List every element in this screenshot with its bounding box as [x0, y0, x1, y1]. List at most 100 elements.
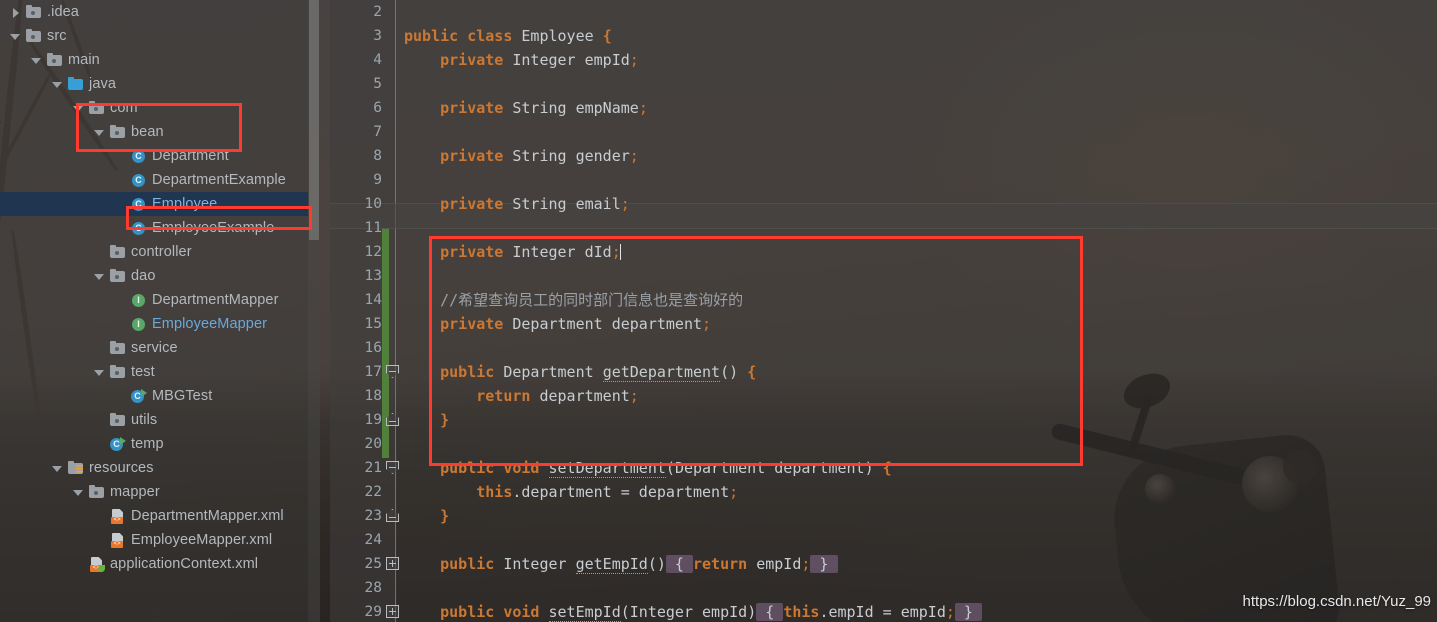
sidebar-scrollbar-thumb[interactable]: [309, 0, 319, 240]
code-text[interactable]: public class Employee {: [404, 24, 612, 48]
line-number: 29: [364, 604, 382, 620]
tree-item-label: controller: [131, 244, 192, 260]
code-text[interactable]: public void setDepartment(Department dep…: [404, 456, 892, 480]
editor-line[interactable]: 19 }: [330, 408, 1437, 432]
project-tree-panel[interactable]: .idea srcmain java com bean Department Departm…: [0, 0, 308, 622]
line-number: 5: [373, 76, 382, 92]
editor-line[interactable]: 6 private String empName;: [330, 96, 1437, 120]
tree-item-main[interactable]: main: [0, 48, 308, 72]
code-text[interactable]: private Integer dId;: [404, 240, 621, 264]
fold-expand-icon[interactable]: [386, 557, 399, 570]
editor-line[interactable]: 22 this.department = department;: [330, 480, 1437, 504]
editor-line[interactable]: 24: [330, 528, 1437, 552]
chevron-down-icon[interactable]: [94, 271, 105, 282]
tree-item-resources[interactable]: resources: [0, 456, 308, 480]
tree-item-bean[interactable]: bean: [0, 120, 308, 144]
editor-line[interactable]: 7: [330, 120, 1437, 144]
editor-line[interactable]: 4 private Integer empId;: [330, 48, 1437, 72]
code-text[interactable]: this.department = department;: [404, 480, 738, 504]
tree-item-controller[interactable]: controller: [0, 240, 308, 264]
tree-item-label: java: [89, 76, 116, 92]
code-editor[interactable]: 2 3 public class Employee {4 private Integ…: [330, 0, 1437, 622]
editor-line[interactable]: 11: [330, 216, 1437, 240]
chevron-right-icon[interactable]: [10, 7, 21, 18]
code-text[interactable]: private String email;: [404, 192, 630, 216]
fold-expand-icon[interactable]: [386, 605, 399, 618]
tree-item-temp[interactable]: temp: [0, 432, 308, 456]
code-text[interactable]: private Integer empId;: [404, 48, 639, 72]
tree-item-employeemapper[interactable]: EmployeeMapper: [0, 312, 308, 336]
editor-line[interactable]: 23 }: [330, 504, 1437, 528]
tree-item--idea[interactable]: .idea: [0, 0, 308, 24]
code-text[interactable]: //希望查询员工的同时部门信息也是查询好的: [404, 288, 743, 312]
chevron-down-icon[interactable]: [31, 55, 42, 66]
line-number: 11: [364, 220, 382, 236]
tree-item-test[interactable]: test: [0, 360, 308, 384]
chevron-down-icon[interactable]: [73, 103, 84, 114]
code-text[interactable]: private String empName;: [404, 96, 648, 120]
tree-item-src[interactable]: src: [0, 24, 308, 48]
tree-item-mbgtest[interactable]: MBGTest: [0, 384, 308, 408]
code-text[interactable]: public Integer getEmpId() { return empId…: [404, 552, 838, 576]
tree-item-departmentmapper[interactable]: DepartmentMapper: [0, 288, 308, 312]
editor-line[interactable]: 9: [330, 168, 1437, 192]
tree-item-utils[interactable]: utils: [0, 408, 308, 432]
tree-item-label: EmployeeExample: [152, 220, 275, 236]
tree-item-departmentexample[interactable]: DepartmentExample: [0, 168, 308, 192]
editor-line[interactable]: 14 //希望查询员工的同时部门信息也是查询好的: [330, 288, 1437, 312]
tree-item-mapper[interactable]: mapper: [0, 480, 308, 504]
line-number: 24: [364, 532, 382, 548]
code-text[interactable]: }: [404, 408, 449, 432]
editor-line[interactable]: 17 public Department getDepartment() {: [330, 360, 1437, 384]
tree-item-dao[interactable]: dao: [0, 264, 308, 288]
tree-item-com[interactable]: com: [0, 96, 308, 120]
editor-line[interactable]: 15 private Department department;: [330, 312, 1437, 336]
tree-item-employeeexample[interactable]: EmployeeExample: [0, 216, 308, 240]
chevron-down-icon[interactable]: [10, 31, 21, 42]
tree-item-label: MBGTest: [152, 388, 213, 404]
editor-line[interactable]: 18 return department;: [330, 384, 1437, 408]
editor-line[interactable]: 3 public class Employee {: [330, 24, 1437, 48]
chevron-down-icon[interactable]: [52, 463, 63, 474]
fold-collapse-icon[interactable]: [386, 365, 399, 378]
editor-line[interactable]: 12 private Integer dId;: [330, 240, 1437, 264]
tree-item-service[interactable]: service: [0, 336, 308, 360]
fold-region-end-icon[interactable]: [386, 413, 399, 426]
tree-item-employeemapper-xml[interactable]: EmployeeMapper.xml: [0, 528, 308, 552]
editor-line[interactable]: 8 private String gender;: [330, 144, 1437, 168]
line-number: 28: [364, 580, 382, 596]
chevron-down-icon[interactable]: [52, 79, 63, 90]
code-text[interactable]: }: [404, 504, 449, 528]
editor-lines[interactable]: 2 3 public class Employee {4 private Integ…: [330, 0, 1437, 622]
editor-line[interactable]: 13: [330, 264, 1437, 288]
fold-collapse-icon[interactable]: [386, 461, 399, 474]
code-text[interactable]: return department;: [404, 384, 639, 408]
no-chevron-spacer: [115, 151, 126, 162]
tree-item-department[interactable]: Department: [0, 144, 308, 168]
editor-line[interactable]: 20: [330, 432, 1437, 456]
tree-item-departmentmapper-xml[interactable]: DepartmentMapper.xml: [0, 504, 308, 528]
code-text[interactable]: public Department getDepartment() {: [404, 360, 756, 384]
xml-file-icon: [110, 532, 126, 548]
line-number: 6: [373, 100, 382, 116]
watermark-url: https://blog.csdn.net/Yuz_99: [1242, 593, 1431, 610]
chevron-down-icon[interactable]: [94, 127, 105, 138]
code-text[interactable]: private String gender;: [404, 144, 639, 168]
tree-item-employee[interactable]: Employee: [0, 192, 308, 216]
chevron-down-icon[interactable]: [73, 487, 84, 498]
code-text[interactable]: private Department department;: [404, 312, 711, 336]
fold-region-end-icon[interactable]: [386, 509, 399, 522]
chevron-down-icon[interactable]: [94, 367, 105, 378]
editor-line[interactable]: 10 private String email;: [330, 192, 1437, 216]
tree-item-java[interactable]: java: [0, 72, 308, 96]
editor-line[interactable]: 16: [330, 336, 1437, 360]
editor-line[interactable]: 2: [330, 0, 1437, 24]
editor-line[interactable]: 5: [330, 72, 1437, 96]
editor-line[interactable]: 25 public Integer getEmpId() { return em…: [330, 552, 1437, 576]
tree-item-label: bean: [131, 124, 164, 140]
tree-item-applicationcontext-xml[interactable]: applicationContext.xml: [0, 552, 308, 576]
code-text[interactable]: public void setEmpId(Integer empId) { th…: [404, 600, 982, 622]
line-number: 2: [373, 4, 382, 20]
editor-line[interactable]: 21 public void setDepartment(Department …: [330, 456, 1437, 480]
project-tree[interactable]: .idea srcmain java com bean Department Departm…: [0, 0, 308, 576]
